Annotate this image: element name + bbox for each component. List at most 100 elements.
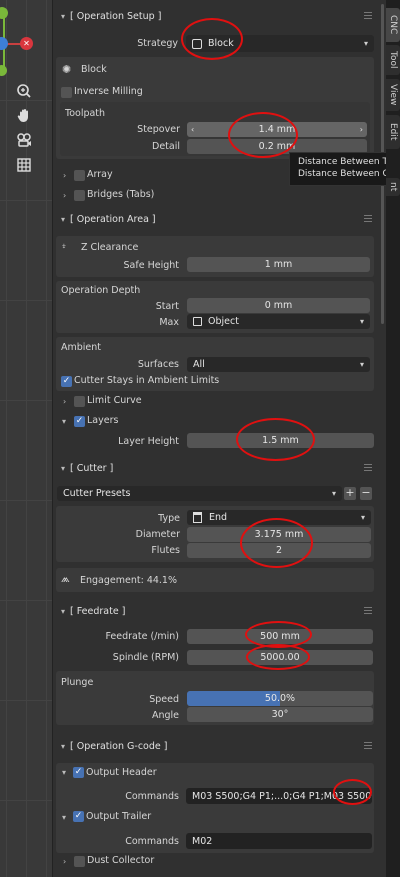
tab-edit[interactable]: Edit — [386, 115, 400, 149]
increment-icon[interactable]: › — [360, 125, 363, 134]
panel-header-operation-area[interactable]: ▾ [ Operation Area ] — [56, 210, 376, 229]
output-header-checkbox[interactable]: ✓ — [73, 767, 84, 778]
layers-label[interactable]: Layers — [87, 415, 118, 426]
strategy-label: Strategy — [137, 38, 178, 49]
surfaces-label: Surfaces — [137, 359, 179, 370]
grip-icon[interactable] — [364, 607, 372, 615]
chevron-right-icon: › — [63, 171, 67, 180]
remove-preset-button[interactable]: − — [360, 487, 372, 500]
plunge-angle-field[interactable]: 30° — [187, 707, 373, 722]
feedrate-label: Feedrate (/min) — [105, 631, 179, 642]
cutter-type-label: Type — [158, 513, 180, 524]
output-trailer-checkbox[interactable]: ✓ — [73, 811, 84, 822]
tab-partial[interactable]: nt — [386, 178, 400, 196]
chevron-down-icon: ▾ — [363, 39, 368, 48]
decrement-icon[interactable]: ‹ — [191, 125, 194, 134]
tab-view[interactable]: View — [386, 79, 400, 111]
grip-icon[interactable] — [364, 464, 372, 472]
chevron-down-icon: ▾ — [359, 360, 364, 369]
diameter-field[interactable]: 3.175 mm — [187, 527, 371, 542]
cutter-stays-label: Cutter Stays in Ambient Limits — [74, 375, 220, 386]
grip-icon[interactable] — [364, 742, 372, 750]
layers-checkbox[interactable]: ✓ — [74, 416, 85, 427]
safe-height-label: Safe Height — [123, 260, 179, 271]
diameter-label: Diameter — [135, 529, 180, 540]
flutes-label: Flutes — [151, 545, 180, 556]
block-particles-icon: ✺ — [62, 63, 72, 76]
plunge-angle-label: Angle — [151, 710, 179, 721]
panel-header-cutter[interactable]: ▾ [ Cutter ] — [56, 459, 376, 478]
cutter-presets-dropdown[interactable]: Cutter Presets ▾ — [57, 486, 342, 501]
camera-icon[interactable] — [13, 129, 35, 151]
array-checkbox[interactable] — [74, 170, 85, 181]
z-clearance-label: Z Clearance — [81, 242, 139, 253]
array-label[interactable]: Array — [87, 169, 113, 180]
zoom-icon[interactable] — [13, 80, 35, 102]
plunge-label: Plunge — [61, 677, 94, 688]
limit-curve-label[interactable]: Limit Curve — [87, 395, 142, 406]
dust-collector-label[interactable]: Dust Collector — [87, 855, 154, 866]
detail-label: Detail — [152, 141, 180, 152]
chevron-down-icon: ▾ — [60, 742, 65, 751]
plunge-speed-slider[interactable]: 50.0% — [187, 691, 373, 706]
chevron-down-icon: ▾ — [331, 489, 336, 498]
max-dropdown[interactable]: Object ▾ — [187, 314, 370, 329]
chevron-down-icon: ▾ — [60, 12, 65, 21]
stepover-field[interactable]: ‹ 1.4 mm › — [187, 122, 367, 137]
sidebar-tabs: CNC Tool View Edit nt — [386, 0, 400, 877]
panel-header-feedrate[interactable]: ▾ [ Feedrate ] — [56, 602, 376, 621]
chevron-right-icon: › — [63, 397, 67, 406]
panel-header-gcode[interactable]: ▾ [ Operation G-code ] — [56, 737, 376, 756]
chevron-down-icon: ▾ — [62, 768, 67, 777]
cutter-type-dropdown[interactable]: End ▾ — [187, 510, 371, 525]
toolpath-label: Toolpath — [65, 108, 106, 119]
output-trailer-label: Output Trailer — [86, 811, 152, 822]
grid-icon[interactable] — [13, 154, 35, 176]
add-preset-button[interactable]: + — [344, 487, 356, 500]
start-field[interactable]: 0 mm — [187, 298, 370, 313]
header-commands-input[interactable]: M03 S500;G4 P1;...0;G4 P1;M03 S5000 — [186, 788, 372, 804]
tab-tool[interactable]: Tool — [386, 45, 400, 75]
inverse-milling-label: Inverse Milling — [74, 86, 143, 97]
start-label: Start — [155, 301, 179, 312]
safe-height-field[interactable]: 1 mm — [187, 257, 370, 272]
spindle-label: Spindle (RPM) — [112, 652, 179, 663]
ambient-label: Ambient — [61, 342, 102, 353]
limit-curve-checkbox[interactable] — [74, 396, 85, 407]
output-header-label: Output Header — [86, 767, 157, 778]
chevron-down-icon: ▾ — [60, 464, 65, 473]
tooltip: Distance Between Toolpaths Distance Betw… — [289, 152, 400, 186]
layer-height-label: Layer Height — [118, 436, 179, 447]
panel-header-operation-setup[interactable]: ▾ [ Operation Setup ] — [56, 7, 376, 26]
object-icon — [193, 317, 202, 326]
engagement-icon: ⩕ — [61, 572, 70, 585]
feedrate-field[interactable]: 500 mm — [187, 629, 373, 644]
surfaces-dropdown[interactable]: All ▾ — [187, 357, 370, 372]
3d-viewport[interactable]: ✕ — [0, 0, 52, 877]
operation-depth-label: Operation Depth — [61, 285, 141, 296]
bridges-label[interactable]: Bridges (Tabs) — [87, 189, 154, 200]
z-clearance-icon: ⍖ — [61, 241, 67, 252]
inverse-milling-checkbox[interactable] — [61, 87, 72, 98]
cutter-stays-checkbox[interactable]: ✓ — [61, 376, 72, 387]
stepover-label: Stepover — [137, 124, 180, 135]
chevron-down-icon: ▾ — [62, 813, 67, 822]
dust-collector-checkbox[interactable] — [74, 856, 85, 867]
trailer-commands-label: Commands — [125, 836, 179, 847]
strategy-dropdown[interactable]: Block ▾ — [186, 35, 374, 52]
chevron-down-icon: ▾ — [60, 607, 65, 616]
grip-icon[interactable] — [364, 12, 372, 20]
tab-cnc[interactable]: CNC — [386, 8, 400, 42]
spindle-field[interactable]: 5000.00 — [187, 650, 373, 665]
bridges-checkbox[interactable] — [74, 190, 85, 201]
layer-height-field[interactable]: 1.5 mm — [187, 433, 374, 448]
header-commands-label: Commands — [125, 791, 179, 802]
hand-pan-icon[interactable] — [13, 104, 35, 126]
grip-icon[interactable] — [364, 215, 372, 223]
flutes-field[interactable]: 2 — [187, 543, 371, 558]
gizmo-x-icon[interactable]: ✕ — [20, 37, 33, 50]
chevron-right-icon: › — [63, 191, 67, 200]
plunge-speed-label: Speed — [149, 694, 179, 705]
chevron-right-icon: › — [63, 857, 67, 866]
trailer-commands-input[interactable]: M02 — [186, 833, 372, 849]
